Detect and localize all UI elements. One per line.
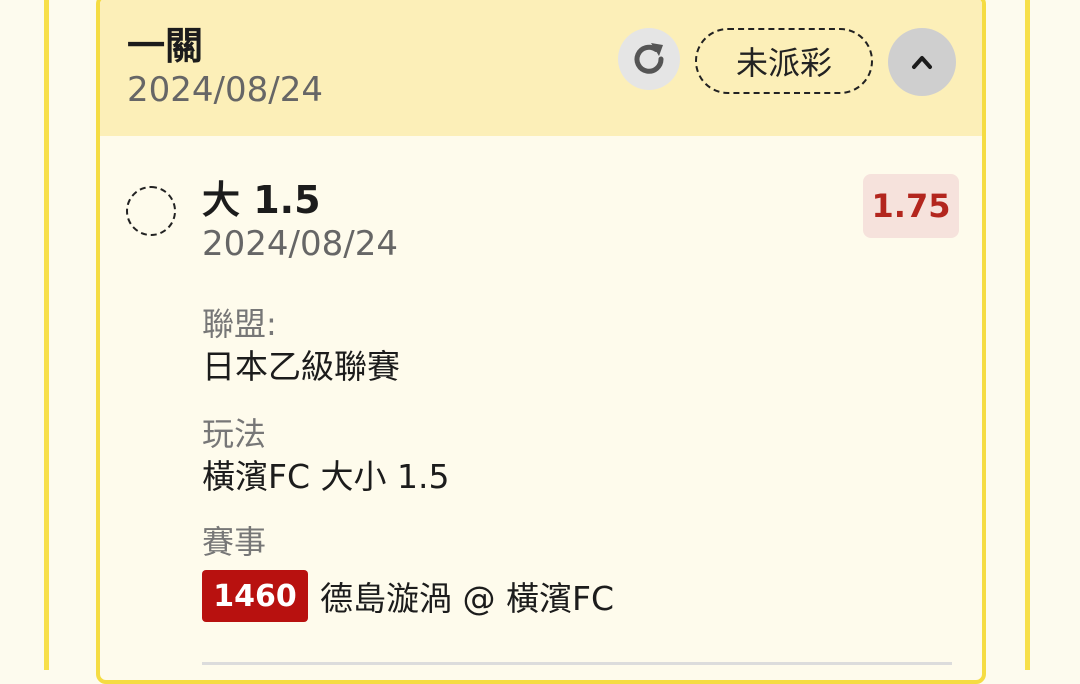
- bet-card: 一關 2024/08/24 未派彩 大 1.5 2024/08/24 1.75 …: [96, 0, 986, 684]
- odds-badge: 1.75: [863, 174, 959, 238]
- selection-date: 2024/08/24: [202, 224, 398, 264]
- card-header: 一關 2024/08/24 未派彩: [100, 0, 982, 136]
- status-label: 未派彩: [735, 44, 832, 82]
- play-value: 橫濱FC 大小 1.5: [202, 457, 450, 496]
- chevron-up-icon: [912, 56, 932, 69]
- bet-date: 2024/08/24: [127, 70, 323, 110]
- league-label: 聯盟:: [202, 305, 277, 343]
- bet-type-title: 一關: [127, 24, 204, 68]
- match-teams: 德島漩渦 @ 橫濱FC: [320, 579, 615, 618]
- selection-radio[interactable]: [126, 186, 176, 236]
- match-id-badge: 1460: [202, 570, 308, 622]
- league-value: 日本乙級聯賽: [202, 347, 400, 386]
- match-label: 賽事: [202, 523, 267, 561]
- refresh-icon: [634, 43, 664, 74]
- match-row: 1460 德島漩渦 @ 橫濱FC: [202, 570, 614, 622]
- refresh-button[interactable]: [618, 28, 680, 90]
- odds-value: 1.75: [871, 187, 951, 225]
- divider: [202, 662, 952, 665]
- selection-title: 大 1.5: [202, 178, 321, 222]
- play-label: 玩法: [202, 415, 267, 453]
- collapse-button[interactable]: [888, 28, 956, 96]
- status-badge[interactable]: 未派彩: [695, 28, 873, 94]
